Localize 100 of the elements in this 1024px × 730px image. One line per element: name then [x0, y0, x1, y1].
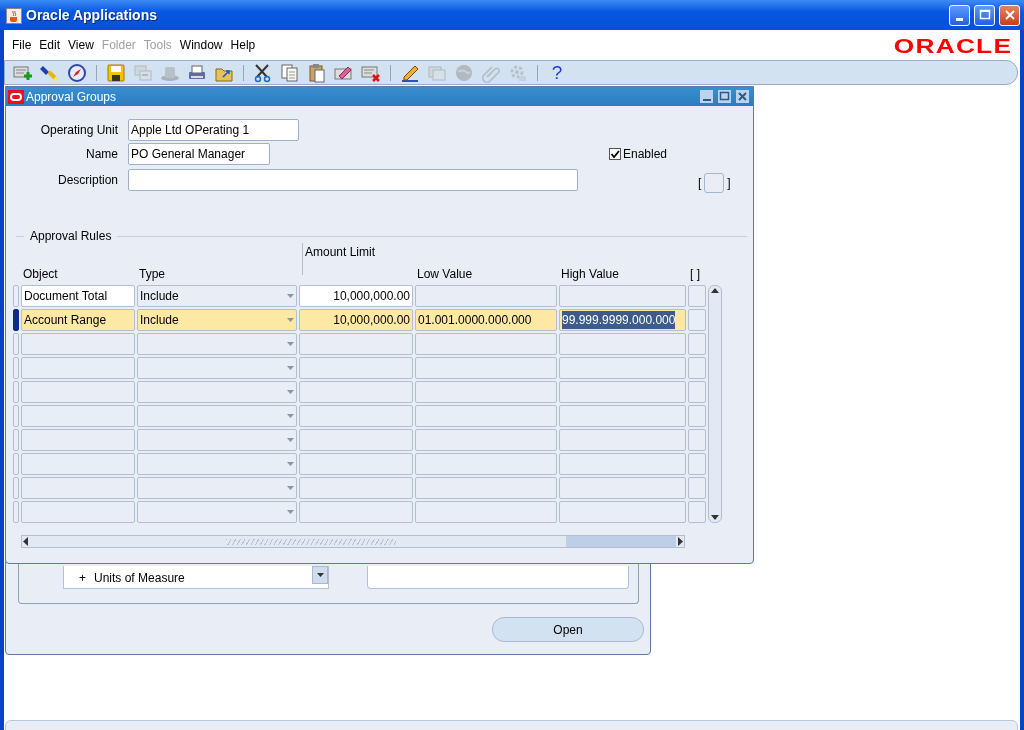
column-header: Low Value — [416, 266, 474, 283]
input-field[interactable] — [21, 333, 135, 355]
input-field[interactable] — [559, 501, 686, 523]
dropdown-field[interactable] — [137, 453, 297, 475]
input-field[interactable] — [559, 453, 686, 475]
input-field[interactable] — [21, 381, 135, 403]
input-field[interactable] — [559, 405, 686, 427]
input-field[interactable] — [299, 477, 413, 499]
help-button[interactable]: ? — [547, 62, 567, 83]
input-field[interactable] — [559, 285, 686, 307]
down-arrow-icon — [316, 573, 324, 577]
expand-icon[interactable]: + — [79, 569, 86, 587]
minimize-button[interactable] — [949, 4, 970, 26]
input-field[interactable] — [299, 453, 413, 475]
caret-icon — [287, 294, 294, 298]
input-field[interactable] — [21, 453, 135, 475]
close-button[interactable] — [999, 4, 1020, 26]
menu-item[interactable]: File — [8, 36, 36, 54]
close-button[interactable] — [736, 90, 749, 103]
dropdown-field[interactable] — [137, 381, 297, 403]
input-field[interactable] — [299, 429, 413, 451]
input-field[interactable] — [21, 357, 135, 379]
input-field[interactable]: 99.999.9999.000.000 — [559, 309, 686, 331]
dropdown-field[interactable] — [137, 357, 297, 379]
input-field[interactable] — [559, 381, 686, 403]
dropdown-field[interactable]: Include — [137, 309, 297, 331]
flexfield-cell[interactable] — [688, 285, 706, 307]
flexfield-cell[interactable] — [688, 453, 706, 475]
checkbox[interactable] — [609, 148, 621, 160]
flexfield-cell[interactable] — [688, 333, 706, 355]
compass-icon[interactable] — [67, 62, 87, 83]
menu-item[interactable]: View — [64, 36, 98, 54]
column-header: Object — [22, 266, 59, 283]
input-field[interactable]: PO General Manager — [128, 143, 270, 165]
input-field[interactable] — [21, 429, 135, 451]
field-label: Name — [85, 146, 118, 163]
clipboard-icon[interactable] — [307, 62, 327, 83]
input-field[interactable] — [559, 429, 686, 451]
input-field[interactable]: 10,000,000.00 — [299, 285, 413, 307]
input-field[interactable] — [21, 501, 135, 523]
input-field[interactable]: 10,000,000.00 — [299, 309, 413, 331]
documents-icon[interactable] — [280, 62, 300, 83]
scissors-icon[interactable] — [253, 62, 273, 83]
menu-item[interactable]: Window — [175, 36, 227, 54]
input-field[interactable] — [415, 405, 557, 427]
input-field[interactable] — [415, 429, 557, 451]
input-field[interactable] — [559, 477, 686, 499]
flexfield-cell[interactable] — [688, 405, 706, 427]
horizontal-scrollbar[interactable] — [21, 535, 685, 548]
input-field[interactable] — [415, 333, 557, 355]
input-field[interactable] — [128, 169, 578, 191]
input-field[interactable] — [299, 357, 413, 379]
input-field[interactable] — [415, 477, 557, 499]
column-header: Type — [138, 266, 166, 283]
menu-item[interactable]: Help — [226, 36, 260, 54]
record-indicator[interactable] — [13, 309, 19, 331]
caret-icon — [287, 438, 294, 442]
input-field[interactable] — [21, 405, 135, 427]
scroll-down-button[interactable] — [312, 566, 328, 584]
flexfield-cell[interactable] — [688, 429, 706, 451]
input-field[interactable] — [559, 357, 686, 379]
flexfield-cell[interactable] — [688, 501, 706, 523]
input-field[interactable] — [415, 381, 557, 403]
input-field[interactable] — [559, 333, 686, 355]
flexfield-cell[interactable] — [688, 309, 706, 331]
input-field[interactable]: Apple Ltd OPerating 1 — [128, 119, 299, 141]
input-field[interactable]: Account Range — [21, 309, 135, 331]
minimize-button[interactable] — [700, 90, 713, 103]
input-field[interactable] — [415, 501, 557, 523]
coffee-cup-icon — [6, 6, 22, 24]
flexfield-cell[interactable] — [688, 381, 706, 403]
input-field[interactable] — [21, 477, 135, 499]
open-button[interactable]: Open — [492, 617, 644, 642]
floppy-disk-icon[interactable] — [106, 62, 126, 83]
caret-icon — [287, 318, 294, 322]
input-field[interactable] — [299, 333, 413, 355]
vertical-scrollbar[interactable] — [708, 285, 722, 523]
dropdown-field[interactable]: Include — [137, 285, 297, 307]
maximize-button[interactable] — [974, 4, 995, 26]
input-field[interactable] — [415, 357, 557, 379]
tree-item[interactable]: Units of Measure — [94, 569, 185, 587]
input-field[interactable] — [299, 501, 413, 523]
input-field[interactable] — [415, 453, 557, 475]
input-field[interactable] — [299, 381, 413, 403]
dropdown-field[interactable] — [137, 477, 297, 499]
dropdown-field[interactable] — [137, 429, 297, 451]
dropdown-field[interactable] — [137, 405, 297, 427]
flexfield-cell[interactable] — [688, 477, 706, 499]
dropdown-field[interactable] — [137, 501, 297, 523]
input-field[interactable]: Document Total — [21, 285, 135, 307]
maximize-button[interactable] — [718, 90, 731, 103]
menu-item[interactable]: Edit — [35, 36, 65, 54]
flexfield-button[interactable] — [704, 173, 725, 193]
input-field[interactable]: 01.001.0000.000.000 — [415, 309, 557, 331]
minimize-icon — [956, 18, 963, 21]
flexfield-cell[interactable] — [688, 357, 706, 379]
dropdown-field[interactable] — [137, 333, 297, 355]
input-field[interactable] — [415, 285, 557, 307]
window-title: Oracle Applications — [26, 5, 157, 25]
input-field[interactable] — [299, 405, 413, 427]
